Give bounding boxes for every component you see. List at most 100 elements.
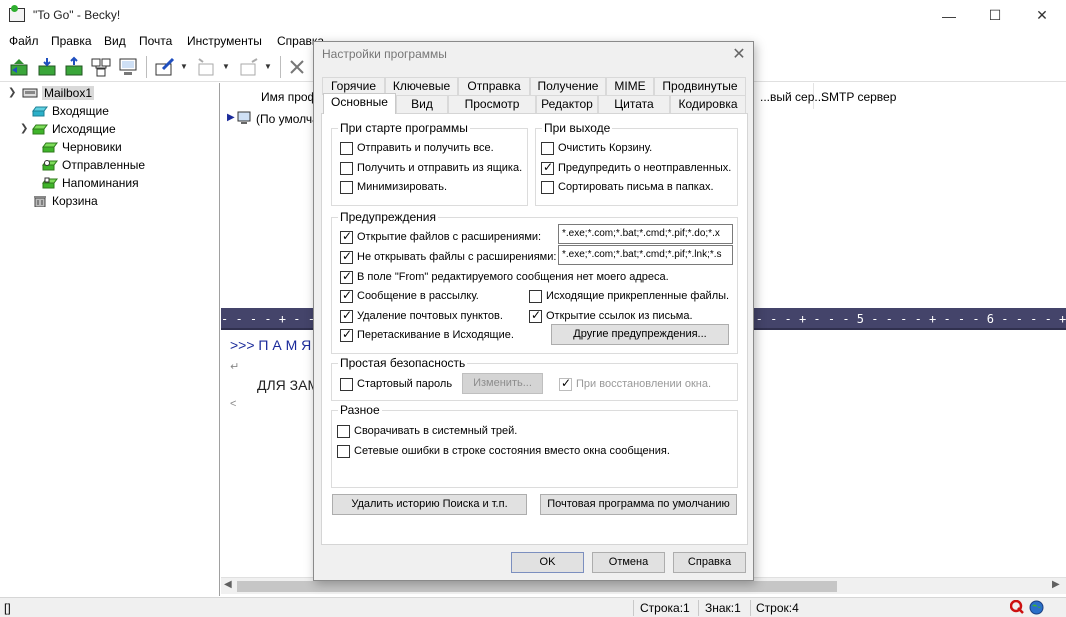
- default-mail-button[interactable]: Почтовая программа по умолчанию: [540, 494, 737, 515]
- compose-dropdown-icon[interactable]: ▼: [180, 62, 188, 71]
- checkbox-label: При восстановлении окна.: [576, 378, 712, 390]
- column-server[interactable]: ...вый сер...: [754, 83, 824, 109]
- delete-icon[interactable]: [286, 56, 308, 78]
- drag-outbox-checkbox[interactable]: Перетаскивание в Исходящие.: [340, 327, 514, 343]
- status-left: []: [4, 601, 11, 615]
- scroll-left-icon[interactable]: ◀: [224, 579, 232, 590]
- tree-item-mailbox[interactable]: Mailbox1: [22, 86, 95, 102]
- tab-mime[interactable]: MIME: [606, 77, 654, 95]
- network-errors-checkbox[interactable]: Сетевые ошибки в строке состояния вместо…: [337, 443, 670, 459]
- tab-panel-general: При старте программы Отправить и получит…: [321, 113, 748, 545]
- receive-icon[interactable]: [36, 56, 58, 78]
- misc-group-title: Разное: [338, 403, 382, 417]
- close-button[interactable]: ✕: [1019, 0, 1065, 31]
- monitor-icon[interactable]: [117, 56, 139, 78]
- outgoing-attachments-checkbox[interactable]: Исходящие прикрепленные файлы.: [529, 288, 729, 304]
- tree-item-drafts[interactable]: Черновики: [42, 140, 122, 156]
- maximize-button[interactable]: ☐: [972, 0, 1018, 31]
- on-restore-checkbox[interactable]: При восстановлении окна.: [559, 376, 711, 392]
- scroll-right-icon[interactable]: ▶: [1052, 579, 1060, 590]
- tree-item-reminders[interactable]: Напоминания: [42, 176, 139, 192]
- profile-row[interactable]: (По умолча: [256, 112, 319, 126]
- tab-preview[interactable]: Просмотр: [448, 95, 536, 113]
- tab-receiving[interactable]: Получение: [530, 77, 606, 95]
- dialog-close-icon[interactable]: ✕: [728, 44, 750, 66]
- scroll-thumb[interactable]: [237, 581, 837, 592]
- forward-icon[interactable]: [238, 56, 260, 78]
- network-icon[interactable]: [90, 56, 112, 78]
- clear-history-button[interactable]: Удалить историю Поиска и т.п.: [332, 494, 527, 515]
- tree-item-trash[interactable]: Корзина: [32, 194, 98, 210]
- caret-right-icon[interactable]: ▶: [227, 112, 235, 123]
- chevron-down-icon[interactable]: ❯: [8, 87, 16, 98]
- checkbox-label: Сетевые ошибки в строке состояния вместо…: [354, 445, 670, 457]
- ok-button[interactable]: OK: [511, 552, 584, 573]
- tab-editor[interactable]: Редактор: [536, 95, 598, 113]
- open-ext-input[interactable]: *.exe;*.com;*.bat;*.cmd;*.pif;*.do;*.x: [558, 224, 733, 244]
- delete-mailbox-checkbox[interactable]: Удаление почтовых пунктов.: [340, 308, 503, 324]
- cancel-button[interactable]: Отмена: [592, 552, 665, 573]
- tree-label: Отправленные: [62, 158, 146, 172]
- security-group: Простая безопасность Стартовый пароль Из…: [331, 356, 738, 401]
- dialog-title: Настройки программы: [322, 47, 447, 61]
- tray-checkbox[interactable]: Сворачивать в системный трей.: [337, 423, 517, 439]
- globe-icon[interactable]: [1029, 600, 1044, 615]
- reply-icon[interactable]: [195, 56, 217, 78]
- checkbox-label: Отправить и получить все.: [357, 142, 494, 154]
- warn-unsent-checkbox[interactable]: Предупредить о неотправленных.: [541, 160, 731, 176]
- tab-sending[interactable]: Отправка: [458, 77, 530, 95]
- receive-send-box-checkbox[interactable]: Получить и отправить из ящика.: [340, 160, 522, 176]
- outbox-icon: [32, 124, 48, 135]
- tree-item-outbox[interactable]: Исходящие: [32, 122, 116, 138]
- minimize-button[interactable]: —: [926, 0, 972, 31]
- tab-encoding[interactable]: Кодировка: [670, 95, 746, 113]
- open-links-checkbox[interactable]: Открытие ссылок из письма.: [529, 308, 693, 324]
- mailing-list-checkbox[interactable]: Сообщение в рассылку.: [340, 288, 479, 304]
- change-password-button[interactable]: Изменить...: [462, 373, 543, 394]
- chevron-down-icon[interactable]: ❯: [20, 123, 28, 134]
- sort-messages-checkbox[interactable]: Сортировать письма в папках.: [541, 179, 714, 195]
- drafts-folder-icon: [42, 142, 58, 153]
- send-icon[interactable]: [63, 56, 85, 78]
- minimize-checkbox[interactable]: Минимизировать.: [340, 179, 447, 195]
- column-profile-name[interactable]: Имя проф: [255, 83, 317, 109]
- send-receive-icon[interactable]: [8, 56, 30, 78]
- reply-dropdown-icon[interactable]: ▼: [222, 62, 230, 71]
- menu-view[interactable]: Вид: [104, 34, 126, 48]
- menu-tools[interactable]: Инструменты: [187, 34, 262, 48]
- status-char: Знак:1: [705, 601, 741, 615]
- tab-view[interactable]: Вид: [396, 95, 448, 113]
- startup-password-checkbox[interactable]: Стартовый пароль: [340, 376, 452, 392]
- toolbar-separator: [280, 56, 281, 78]
- startup-group-title: При старте программы: [338, 121, 470, 135]
- security-group-title: Простая безопасность: [338, 356, 468, 370]
- tree-label: Mailbox1: [42, 86, 95, 100]
- no-open-ext-checkbox[interactable]: Не открывать файлы с расширениями:: [340, 249, 556, 265]
- status-separator: [633, 600, 634, 616]
- tab-advanced[interactable]: Продвинутые: [654, 77, 746, 95]
- menu-edit[interactable]: Правка: [51, 34, 92, 48]
- checkbox-label: Минимизировать.: [357, 181, 448, 193]
- mailbox-icon: [22, 88, 38, 98]
- exit-group-title: При выходе: [542, 121, 613, 135]
- tab-general[interactable]: Основные: [323, 93, 396, 114]
- other-warnings-button[interactable]: Другие предупреждения...: [551, 324, 729, 345]
- column-smtp-server[interactable]: SMTP сервер: [815, 83, 925, 109]
- tree-item-sent[interactable]: Отправленные: [42, 158, 145, 174]
- menu-mail[interactable]: Почта: [139, 34, 172, 48]
- tab-quote[interactable]: Цитата: [598, 95, 670, 113]
- no-open-ext-input[interactable]: *.exe;*.com;*.bat;*.cmd;*.pif;*.lnk;*.s: [558, 245, 733, 265]
- status-bar: [] Строка:1 Знак:1 Строк:4: [0, 597, 1066, 617]
- send-receive-all-checkbox[interactable]: Отправить и получить все.: [340, 140, 494, 156]
- checkbox-label: Открытие файлов с расширениями:: [357, 231, 542, 243]
- quota-icon[interactable]: [1010, 600, 1024, 614]
- tree-item-inbox[interactable]: Входящие: [32, 104, 109, 120]
- open-ext-checkbox[interactable]: Открытие файлов с расширениями:: [340, 229, 541, 245]
- from-field-checkbox[interactable]: В поле "From" редактируемого сообщения н…: [340, 269, 669, 285]
- checkbox-label: Исходящие прикрепленные файлы.: [546, 290, 730, 302]
- compose-icon[interactable]: [154, 56, 176, 78]
- empty-trash-checkbox[interactable]: Очистить Корзину.: [541, 140, 652, 156]
- menu-file[interactable]: Файл: [9, 34, 39, 48]
- help-button[interactable]: Справка: [673, 552, 746, 573]
- forward-dropdown-icon[interactable]: ▼: [264, 62, 272, 71]
